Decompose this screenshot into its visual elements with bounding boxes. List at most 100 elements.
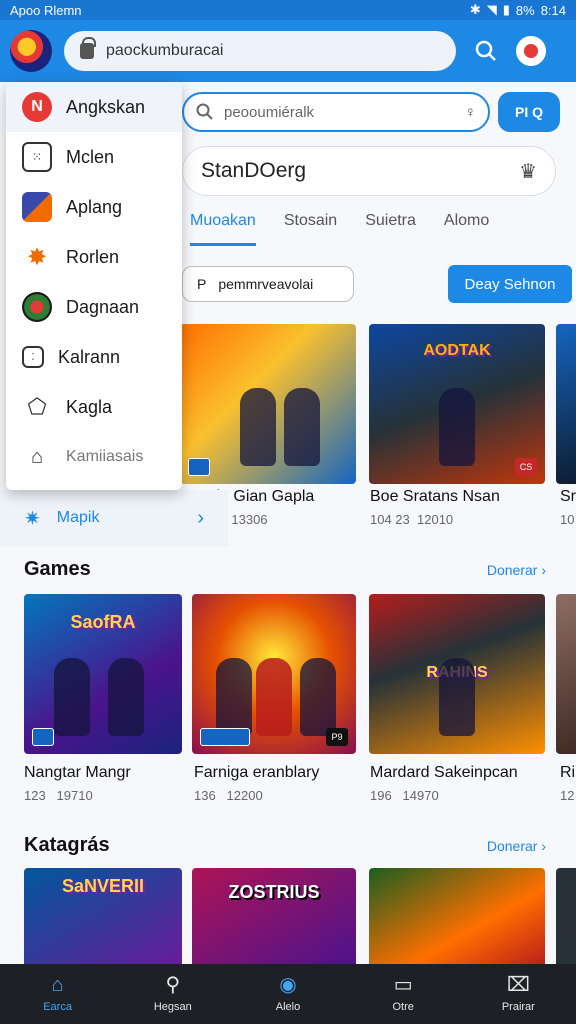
game-card[interactable] <box>180 324 356 484</box>
menu-item-label: Kagla <box>66 396 113 417</box>
sidebar-item-label: Mapik <box>56 509 100 526</box>
tab-suietra[interactable]: Suietra <box>365 212 416 246</box>
card-meta: 196 14970 <box>370 788 439 803</box>
category-card[interactable]: SaNVERII <box>24 868 182 968</box>
card-meta: 136 12200 <box>194 788 263 803</box>
games-more-link[interactable]: Donerar › <box>487 562 546 578</box>
menu-item-mclen[interactable]: ⁙ Mclen <box>6 132 182 182</box>
gear-icon: ✷ <box>24 507 41 530</box>
status-left-text: Apoo Rlemn <box>10 2 82 18</box>
card-title: Mardard Sakeinpcan <box>370 764 518 781</box>
meta-a: 123 <box>24 788 46 803</box>
menu-item-dagnaan[interactable]: Dagnaan <box>6 282 182 332</box>
character-art <box>300 658 336 736</box>
target-icon <box>22 292 52 322</box>
menu-item-kamiiasais[interactable]: ⌂ Kamiiasais <box>6 432 182 482</box>
search-icon[interactable] <box>468 33 504 69</box>
meta-a: 10 <box>560 512 575 527</box>
star-burst-icon: ✸ <box>26 243 48 271</box>
tab-muoakan[interactable]: Muoakan <box>190 212 256 246</box>
game-card[interactable]: SaofRA <box>24 594 182 754</box>
platform-badge-icon <box>188 458 210 476</box>
game-card[interactable]: AODTAK CS <box>369 324 545 484</box>
filter-value: pemmrveavolai <box>218 276 314 292</box>
menu-item-label: Mclen <box>66 146 115 167</box>
nav-item-prairar[interactable]: ⌧ Prairar <box>478 975 558 1013</box>
category-card[interactable] <box>556 868 576 968</box>
search-input[interactable]: peooumiéralk ♀ <box>182 92 490 132</box>
game-card[interactable] <box>556 324 576 484</box>
nav-label: Hegsan <box>153 1001 192 1013</box>
card-meta: 12 <box>560 788 574 803</box>
nav-label: Alelo <box>275 1001 301 1013</box>
tab-label: Muoakan <box>190 212 256 229</box>
card-art-title: AODTAK <box>423 342 491 359</box>
game-card[interactable]: P9 <box>192 594 356 754</box>
lock-icon <box>80 37 96 59</box>
tab-alomo[interactable]: Alomo <box>444 212 489 246</box>
katagras-more-link[interactable]: Donerar › <box>487 838 546 854</box>
menu-item-aplang[interactable]: Aplang <box>6 182 182 232</box>
card-art-title: ZOSTRIUS <box>228 882 320 902</box>
n-logo-icon: N <box>22 92 52 122</box>
meta-b: 19710 <box>56 788 93 803</box>
nav-label: Prairar <box>501 1001 535 1013</box>
nav-item-hegsan[interactable]: ⚲ Hegsan <box>133 975 213 1013</box>
bottom-nav: ⌂ Earca ⚲ Hegsan ◉ Alelo ▭ Otre ⌧ Praira… <box>0 964 576 1024</box>
filter-row: P pemmrveavolai Deay Sehnon <box>182 264 572 304</box>
bluetooth-icon: ✱ <box>469 2 481 17</box>
status-bar: Apoo Rlemn ✱ ◥ ▮ 8% 8:14 <box>0 0 576 20</box>
deay-sehnon-button[interactable]: Deay Sehnon <box>448 265 572 303</box>
menu-item-kalrann[interactable]: ⁚ Kalrann <box>6 332 182 382</box>
card-title: Ri <box>560 764 576 781</box>
nav-item-earca[interactable]: ⌂ Earca <box>18 975 98 1013</box>
character-art <box>54 658 90 736</box>
character-art <box>216 658 252 736</box>
tab-bar: Muoakan Stosain Suietra Alomo <box>190 212 576 246</box>
tab-stosain[interactable]: Stosain <box>284 212 337 246</box>
clock: 8:14 <box>540 2 566 18</box>
stan-field[interactable]: StanDOerg ♛ <box>182 146 556 196</box>
menu-item-rorlen[interactable]: ✸ Rorlen <box>6 232 182 282</box>
link-text: Donerar <box>486 838 538 854</box>
chevron-right-icon: › <box>197 506 204 529</box>
menu-item-kagla[interactable]: ⬠ Kagla <box>6 382 182 432</box>
menu-item-label: Dagnaan <box>66 296 140 317</box>
game-card[interactable]: RAHINS <box>369 594 545 754</box>
menu-item-label: Aplang <box>66 196 123 217</box>
meta-b: 12010 <box>417 512 454 527</box>
url-bar[interactable]: paockumburacai <box>64 31 456 71</box>
card-title: Nangtar Mangr <box>24 764 131 781</box>
app-logo-icon[interactable] <box>10 30 52 72</box>
platform-badge-icon <box>200 728 250 746</box>
search-button[interactable]: PI Q <box>498 92 560 132</box>
card-art-title: SaNVERII <box>61 876 145 896</box>
game-card[interactable] <box>556 594 576 754</box>
card-meta: 123 19710 <box>24 788 93 803</box>
profile-avatar[interactable] <box>516 36 546 66</box>
inbox-icon: ⌧ <box>506 974 530 996</box>
menu-item-angkskan[interactable]: N Angkskan <box>6 82 182 132</box>
meta-b: 12200 <box>226 788 263 803</box>
category-card[interactable] <box>369 868 545 968</box>
voice-icon[interactable]: ♀ <box>465 104 476 121</box>
crown-icon[interactable]: ♛ <box>519 159 537 184</box>
sidebar-item-mapik[interactable]: ✷ Mapik › <box>0 490 228 546</box>
card-badge-icon: CS <box>515 458 537 476</box>
section-title-games: Games <box>24 558 91 580</box>
filter-field[interactable]: P pemmrveavolai <box>182 266 354 302</box>
nav-label: Otre <box>392 1001 414 1013</box>
card-badge-icon: P9 <box>326 728 348 746</box>
circle-icon: ◉ <box>279 974 297 996</box>
card-title: Sr <box>560 488 576 505</box>
meta-a: 196 <box>370 788 392 803</box>
menu-item-label: Rorlen <box>66 246 120 267</box>
card-meta: 104 23 12010 <box>370 512 453 527</box>
nav-item-alelo[interactable]: ◉ Alelo <box>248 975 328 1013</box>
meta-a: 104 23 <box>370 512 410 527</box>
nav-item-otre[interactable]: ▭ Otre <box>363 975 443 1013</box>
section-title-katagras: Katagrás <box>24 834 110 856</box>
meta-b: 14970 <box>402 788 439 803</box>
search-icon <box>196 103 213 120</box>
category-card[interactable]: ZOSTRIUS <box>192 868 356 968</box>
